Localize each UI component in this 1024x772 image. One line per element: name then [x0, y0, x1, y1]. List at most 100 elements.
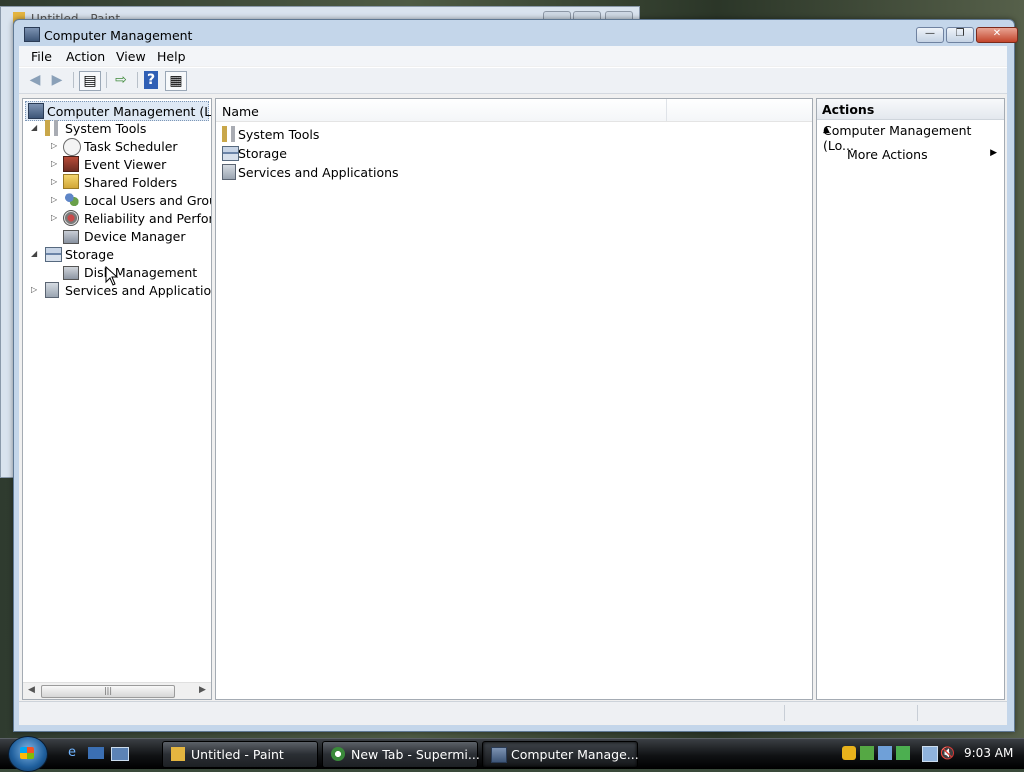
- menu-view[interactable]: View: [116, 49, 146, 64]
- details-list[interactable]: Name System Tools Storage Services and A…: [215, 98, 813, 700]
- tray-app-icon[interactable]: [878, 746, 892, 760]
- expand-icon[interactable]: ▷: [31, 285, 39, 295]
- list-item-label: System Tools: [238, 127, 320, 142]
- mouse-cursor-icon: [105, 266, 119, 286]
- task-label: New Tab - Supermi...: [351, 747, 480, 762]
- tree-horizontal-scrollbar[interactable]: ◀ ||| ▶: [23, 682, 211, 699]
- storage-icon: [222, 146, 239, 161]
- menu-action[interactable]: Action: [66, 49, 105, 64]
- collapse-icon[interactable]: ◢: [31, 123, 39, 133]
- task-label: Untitled - Paint: [191, 747, 284, 762]
- paint-icon: [171, 747, 185, 761]
- switch-windows-icon[interactable]: [111, 747, 129, 761]
- column-name-header[interactable]: Name: [222, 104, 259, 119]
- scroll-thumb[interactable]: |||: [41, 685, 175, 698]
- collapse-icon[interactable]: ◢: [31, 249, 39, 259]
- help-icon[interactable]: ?: [144, 71, 158, 89]
- status-divider: [917, 705, 918, 721]
- tree-item-shared-folders[interactable]: ▷ Shared Folders: [23, 173, 211, 191]
- storage-icon: [45, 247, 62, 262]
- internet-explorer-icon[interactable]: e: [64, 745, 80, 761]
- export-list-icon[interactable]: ⇨: [111, 71, 131, 89]
- forward-arrow-icon[interactable]: ▶: [47, 71, 67, 89]
- tree-item-label: Task Scheduler: [84, 139, 178, 154]
- taskbar-button-computer-management[interactable]: Computer Manage...: [482, 741, 639, 768]
- clock-icon: [63, 138, 81, 156]
- security-shield-icon[interactable]: [842, 746, 856, 760]
- expand-icon[interactable]: ▷: [51, 177, 59, 187]
- console-tree-icon[interactable]: ▤: [79, 71, 101, 91]
- tree-item-label: Storage: [65, 247, 114, 262]
- minimize-button[interactable]: —: [916, 27, 944, 43]
- expand-icon[interactable]: ▷: [51, 213, 59, 223]
- tree-item-label: Reliability and Performa: [84, 211, 211, 226]
- status-bar: [19, 701, 1007, 724]
- tree-item-device-manager[interactable]: Device Manager: [23, 227, 211, 245]
- toolbar: ◀ ▶ ▤ ⇨ ? ▦: [19, 67, 1007, 94]
- windows-logo-icon: [20, 747, 34, 759]
- scroll-left-icon[interactable]: ◀: [28, 685, 35, 695]
- computer-management-icon: [24, 27, 40, 42]
- maximize-button[interactable]: ❐: [946, 27, 974, 43]
- update-icon[interactable]: [860, 746, 874, 760]
- event-viewer-icon: [63, 156, 79, 172]
- console-tree[interactable]: Computer Management (Local ◢ System Tool…: [22, 98, 212, 700]
- actions-header-label: Actions: [822, 102, 875, 117]
- status-divider: [784, 705, 785, 721]
- tree-root[interactable]: Computer Management (Local: [25, 101, 212, 121]
- services-icon: [222, 164, 236, 180]
- tree-item-label: Shared Folders: [84, 175, 178, 190]
- tree-item-label: Event Viewer: [84, 157, 167, 172]
- computer-management-icon: [491, 747, 507, 763]
- menu-bar: File Action View Help: [19, 46, 1007, 66]
- actions-header: Actions: [817, 99, 1004, 120]
- tree-item-task-scheduler[interactable]: ▷ Task Scheduler: [23, 137, 211, 156]
- task-label: Computer Manage...: [511, 747, 639, 762]
- menu-help[interactable]: Help: [157, 49, 186, 64]
- volume-muted-icon[interactable]: 🔇: [940, 746, 955, 760]
- device-manager-icon: [63, 230, 79, 244]
- taskbar-button-browser[interactable]: New Tab - Supermi...: [322, 741, 480, 768]
- list-item-label: Storage: [238, 146, 287, 161]
- shared-folder-icon: [63, 174, 79, 189]
- tree-item-storage[interactable]: ◢ Storage: [23, 245, 211, 263]
- more-actions-label: More Actions: [847, 147, 928, 162]
- more-actions-item[interactable]: More Actions ▶: [817, 145, 1004, 165]
- tree-item-system-tools[interactable]: ◢ System Tools: [23, 119, 211, 137]
- expand-icon[interactable]: ▷: [51, 159, 59, 169]
- action-pane-icon[interactable]: ▦: [165, 71, 187, 91]
- column-divider[interactable]: [666, 99, 667, 121]
- collapse-up-icon[interactable]: ▲: [823, 125, 998, 135]
- toolbar-separator: [73, 72, 74, 88]
- system-tray: 🔇 9:03 AM: [838, 739, 1024, 769]
- close-button[interactable]: ✕: [976, 27, 1018, 43]
- tree-item-label: Device Manager: [84, 229, 186, 244]
- expand-icon[interactable]: ▷: [51, 195, 59, 205]
- actions-section[interactable]: Computer Management (Lo... ▲: [817, 121, 1004, 153]
- tree-item-reliability[interactable]: ▷ Reliability and Performa: [23, 209, 211, 227]
- tree-root-label: Computer Management (Local: [47, 104, 212, 119]
- column-header: Name: [216, 99, 812, 122]
- taskbar-button-paint[interactable]: Untitled - Paint: [162, 741, 318, 768]
- tree-item-label: Services and Applications: [65, 283, 212, 298]
- network-icon[interactable]: [922, 746, 938, 762]
- menu-file[interactable]: File: [31, 49, 52, 64]
- show-desktop-icon[interactable]: [88, 747, 104, 759]
- title-bar[interactable]: Computer Management — ❐ ✕: [14, 20, 1018, 46]
- tree-item-event-viewer[interactable]: ▷ Event Viewer: [23, 155, 211, 173]
- toolbar-separator: [106, 72, 107, 88]
- expand-icon[interactable]: ▷: [51, 141, 59, 151]
- browser-icon: [331, 747, 345, 761]
- tree-item-label: Local Users and Groups: [84, 193, 211, 208]
- submenu-arrow-icon: ▶: [990, 148, 997, 158]
- services-icon: [45, 282, 59, 298]
- back-arrow-icon[interactable]: ◀: [25, 71, 45, 89]
- performance-icon: [63, 210, 79, 226]
- list-item-label: Services and Applications: [238, 165, 399, 180]
- clock[interactable]: 9:03 AM: [964, 746, 1013, 760]
- tree-item-local-users[interactable]: ▷ Local Users and Groups: [23, 191, 211, 209]
- computer-management-window: Computer Management — ❐ ✕ File Action Vi…: [13, 19, 1018, 732]
- scroll-right-icon[interactable]: ▶: [199, 685, 206, 695]
- start-button[interactable]: [8, 736, 48, 772]
- tray-app-icon[interactable]: [896, 746, 910, 760]
